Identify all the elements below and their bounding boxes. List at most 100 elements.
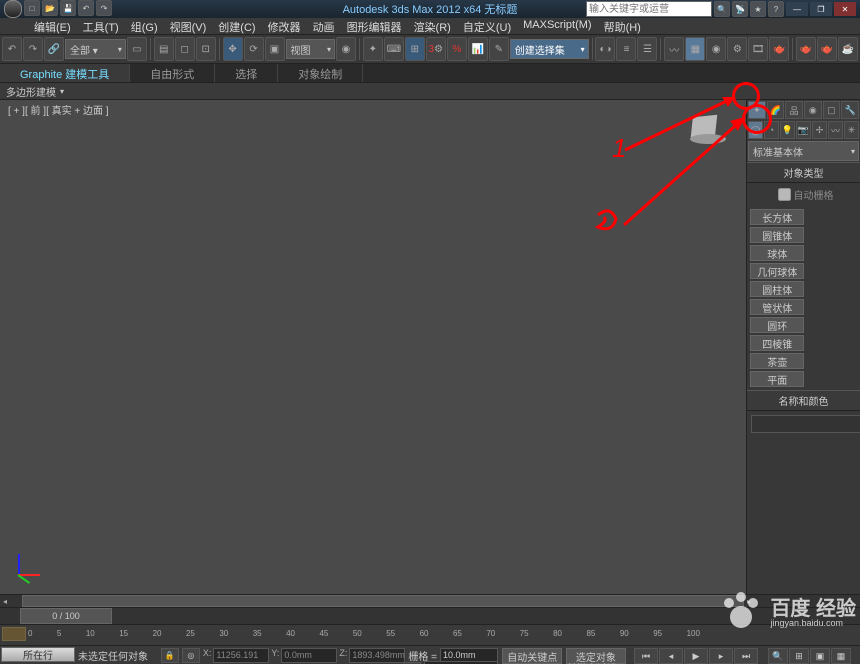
render-active-button[interactable]: ☕ [838,37,858,61]
render-frame-button[interactable]: 🎞 [748,37,768,61]
search-icon[interactable]: 🔍 [714,1,730,17]
redo-button[interactable]: ↷ [23,37,43,61]
menu-rendering[interactable]: 渲染(R) [408,18,457,34]
primitive-category-combo[interactable]: 标准基本体 [748,141,859,161]
tab-freeform[interactable]: 自由形式 [130,64,215,82]
prim-tube[interactable]: 管状体 [750,299,804,315]
render-setup-button[interactable]: ⚙ [727,37,747,61]
autokey-button[interactable]: 自动关键点 [502,648,562,664]
prim-sphere[interactable]: 球体 [750,245,804,261]
named-selection-combo[interactable]: 创建选择集 [510,39,589,59]
tab-display[interactable]: ▢ [823,101,841,119]
curve-editor-button[interactable]: 〰 [664,37,684,61]
select-object-button[interactable]: ▭ [127,37,147,61]
tab-motion[interactable]: ◉ [804,101,822,119]
menu-maxscript[interactable]: MAXScript(M) [517,18,597,34]
menu-create[interactable]: 创建(C) [212,18,261,34]
render-button[interactable]: 🫖 [769,37,789,61]
material-editor-button[interactable]: ◉ [706,37,726,61]
angle-snap-button[interactable]: 3⚙ [426,37,446,61]
favorite-icon[interactable]: ★ [750,1,766,17]
save-icon[interactable]: 💾 [60,0,76,16]
viewport-label[interactable]: [ + ][ 前 ][ 真实 + 边面 ] [8,102,109,117]
tab-hierarchy[interactable]: 品 [785,101,803,119]
menu-animation[interactable]: 动画 [307,18,341,34]
zoom-icon[interactable]: 🔍 [768,648,788,664]
zoom-extents-icon[interactable]: ▣ [810,648,830,664]
y-field[interactable]: 0.0mm [281,648,337,663]
poly-model-dropdown[interactable]: 多边形建模 [0,83,860,100]
autogrid-checkbox[interactable]: 自动栅格 [747,183,860,206]
mirror-button[interactable]: ◐◑ [595,37,615,61]
prev-frame-icon[interactable]: ◂ [659,648,683,664]
comm-center-icon[interactable]: 📡 [732,1,748,17]
tab-graphite-tools[interactable]: Graphite 建模工具 [0,64,130,82]
scrollbar-thumb[interactable] [22,595,744,607]
select-by-name-button[interactable]: ▤ [154,37,174,61]
align-button[interactable]: ≡ [616,37,636,61]
rotate-button[interactable]: ⟳ [244,37,264,61]
menu-help[interactable]: 帮助(H) [598,18,647,34]
pivot-button[interactable]: ◉ [336,37,356,61]
tab-utilities[interactable]: 🔧 [841,101,859,119]
link-button[interactable]: 🔗 [44,37,64,61]
maximize-icon[interactable]: ❐ [810,2,832,16]
goto-end-icon[interactable]: ⏭ [734,648,758,664]
x-field[interactable]: 11256.191 [213,648,269,663]
time-slider-handle[interactable]: 0 / 100 [20,608,112,624]
add-time-tag[interactable]: 添加时间标记 [424,661,498,664]
viewcube[interactable] [690,114,738,150]
viewport[interactable] [0,100,747,594]
goto-start-icon[interactable]: ⏮ [634,648,658,664]
manipulate-button[interactable]: ✦ [363,37,383,61]
menu-customize[interactable]: 自定义(U) [457,18,517,34]
prim-box[interactable]: 长方体 [750,209,804,225]
sub-cameras[interactable]: 📷 [796,121,811,139]
spinner-snap-button[interactable]: 📊 [468,37,488,61]
prim-cylinder[interactable]: 圆柱体 [750,281,804,297]
menu-views[interactable]: 视图(V) [164,18,213,34]
menu-grapheditors[interactable]: 图形编辑器 [341,18,408,34]
scroll-right-icon[interactable]: ▸ [744,596,754,606]
track-bar[interactable]: 0510152025303540455055606570758085909510… [0,624,860,645]
sub-spacewarps[interactable]: 〰 [828,121,843,139]
time-slider[interactable]: 0 / 100 [0,607,860,624]
object-name-input[interactable] [751,415,860,433]
scale-button[interactable]: ▣ [265,37,285,61]
close-icon[interactable]: ✕ [834,2,856,16]
edit-named-sel-button[interactable]: ✎ [489,37,509,61]
keyframe-block[interactable] [2,627,26,641]
redo-icon[interactable]: ↷ [96,0,112,16]
selection-set-combo[interactable]: 全部 ▾ [65,39,126,59]
move-button[interactable]: ✥ [223,37,243,61]
viewport-scrollbar[interactable]: ◂ ▸ [0,594,860,607]
play-icon[interactable]: ▶ [684,648,708,664]
maxscript-listener-button[interactable]: 所在行 [1,647,75,662]
rollout-object-type[interactable]: 对象类型 [747,162,860,183]
z-field[interactable]: 1893.498mm [349,648,405,663]
sub-lights[interactable]: 💡 [780,121,795,139]
ref-coord-combo[interactable]: 视图 [286,39,335,59]
layers-button[interactable]: ☰ [637,37,657,61]
prim-plane[interactable]: 平面 [750,371,804,387]
prim-pyramid[interactable]: 四棱锥 [750,335,804,351]
sub-helpers[interactable]: ✢ [812,121,827,139]
prim-geosphere[interactable]: 几何球体 [750,263,804,279]
render-prod-button[interactable]: 🫖 [796,37,816,61]
app-icon[interactable] [4,0,22,18]
render-iter-button[interactable]: 🫖 [817,37,837,61]
rect-region-button[interactable]: ◻ [175,37,195,61]
tab-selection[interactable]: 选择 [215,64,278,82]
undo-button[interactable]: ↶ [2,37,22,61]
zoom-all-icon[interactable]: ⊞ [789,648,809,664]
help-icon[interactable]: ? [768,1,784,17]
lock-selection-icon[interactable]: 🔒 [161,648,179,663]
minimize-icon[interactable]: — [786,2,808,16]
snap-toggle-button[interactable]: ⊞ [405,37,425,61]
undo-icon[interactable]: ↶ [78,0,94,16]
window-crossing-button[interactable]: ⊡ [196,37,216,61]
menu-edit[interactable]: 编辑(E) [28,18,77,34]
keyboard-shortcut-button[interactable]: ⌨ [384,37,404,61]
next-frame-icon[interactable]: ▸ [709,648,733,664]
rollout-name-color[interactable]: 名称和颜色 [747,390,860,411]
